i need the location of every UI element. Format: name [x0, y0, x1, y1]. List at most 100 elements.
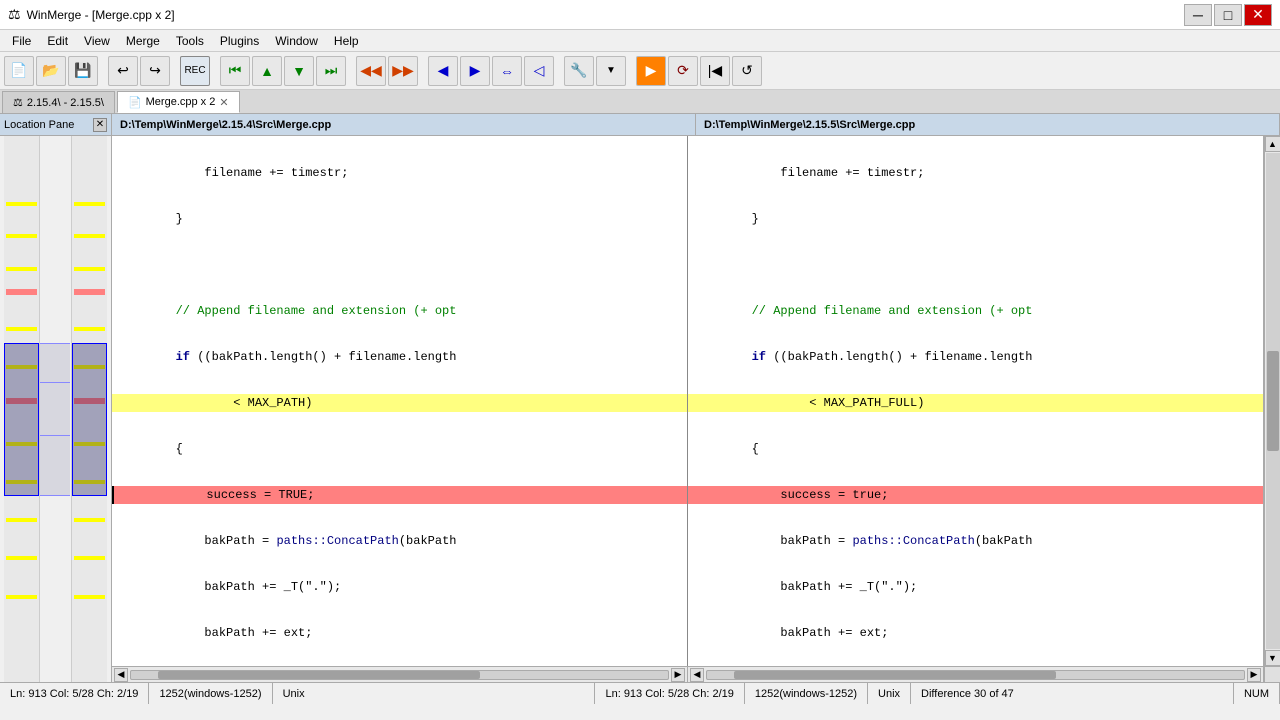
code-line: // Append filename and extension (+ opt: [688, 302, 1263, 320]
horizontal-scrollbars: ◀ ▶ ◀ ▶: [112, 666, 1280, 682]
tab-label-file: Merge.cpp x 2: [146, 96, 216, 108]
reload-button[interactable]: ↺: [732, 56, 762, 86]
maximize-button[interactable]: □: [1214, 4, 1242, 26]
file-header-right: D:\Temp\WinMerge\2.15.5\Src\Merge.cpp: [696, 114, 1280, 135]
left-position-text: Ln: 913 Col: 5/28 Ch: 2/19: [10, 688, 138, 700]
open-button[interactable]: 📂: [36, 56, 66, 86]
code-line: < MAX_PATH): [112, 394, 687, 412]
left-hscroll-left-arrow[interactable]: ◀: [114, 668, 128, 682]
code-line: bakPath += _T(".");: [688, 578, 1263, 596]
code-line: < MAX_PATH_FULL): [688, 394, 1263, 412]
refresh-button[interactable]: ▶: [636, 56, 666, 86]
code-area: filename += timestr; } // Append filenam…: [112, 136, 1280, 666]
minimize-button[interactable]: ─: [1184, 4, 1212, 26]
compare-button[interactable]: ⟳: [668, 56, 698, 86]
tab-close-button[interactable]: ✕: [219, 96, 228, 109]
code-line: }: [688, 210, 1263, 228]
merge-right-button[interactable]: ▶: [460, 56, 490, 86]
right-code-panel[interactable]: filename += timestr; } // Append filenam…: [688, 136, 1264, 666]
copy-right-button[interactable]: ▶▶: [388, 56, 418, 86]
tab-icon-folder: ⚖: [13, 96, 23, 109]
merge-left-button[interactable]: ◀: [428, 56, 458, 86]
scroll-up-arrow[interactable]: ▲: [1265, 136, 1280, 152]
right-eol-text: Unix: [878, 688, 900, 700]
right-code-content: filename += timestr; } // Append filenam…: [688, 136, 1263, 666]
tab-merge-cpp[interactable]: 📄 Merge.cpp x 2 ✕: [117, 91, 240, 113]
code-line: bakPath += ext;: [688, 624, 1263, 642]
location-pane-close-button[interactable]: ✕: [93, 118, 107, 132]
code-line: filename += timestr;: [688, 164, 1263, 182]
file-header-left: D:\Temp\WinMerge\2.15.4\Src\Merge.cpp: [112, 114, 696, 135]
status-bar: Ln: 913 Col: 5/28 Ch: 2/19 1252(windows-…: [0, 682, 1280, 704]
right-hscroll-left-arrow[interactable]: ◀: [690, 668, 704, 682]
diff-count-text: Difference 30 of 47: [921, 688, 1014, 700]
copy-left-button[interactable]: ◀◀: [356, 56, 386, 86]
right-encoding-text: 1252(windows-1252): [755, 688, 857, 700]
location-pane-label: Location Pane: [4, 119, 74, 131]
tab-icon-file: 📄: [128, 96, 142, 109]
right-hscroll-right-arrow[interactable]: ▶: [1247, 668, 1261, 682]
undo-button[interactable]: ↩: [108, 56, 138, 86]
status-right-encoding: 1252(windows-1252): [745, 683, 868, 704]
status-right-eol: Unix: [868, 683, 911, 704]
last-diff-button[interactable]: ⏭: [316, 56, 346, 86]
left-code-panel[interactable]: filename += timestr; } // Append filenam…: [112, 136, 688, 666]
status-left-position: Ln: 913 Col: 5/28 Ch: 2/19: [0, 683, 149, 704]
code-line: if ((bakPath.length() + filename.length: [688, 348, 1263, 366]
prev-diff-button[interactable]: ▲: [252, 56, 282, 86]
first-diff-button[interactable]: ⏮: [220, 56, 250, 86]
merge-prev-button[interactable]: ◁: [524, 56, 554, 86]
title-left: ⚖ WinMerge - [Merge.cpp x 2]: [8, 6, 175, 23]
file-path-left: D:\Temp\WinMerge\2.15.4\Src\Merge.cpp: [120, 119, 331, 131]
file-path-right: D:\Temp\WinMerge\2.15.5\Src\Merge.cpp: [704, 119, 915, 131]
left-hscroll-right-arrow[interactable]: ▶: [671, 668, 685, 682]
scroll-down-arrow[interactable]: ▼: [1265, 650, 1280, 666]
new-button[interactable]: 📄: [4, 56, 34, 86]
next-diff-button[interactable]: ▼: [284, 56, 314, 86]
tab-label-folder: 2.15.4\ - 2.15.5\: [27, 97, 104, 109]
code-line: bakPath += ext;: [112, 624, 687, 642]
options-button[interactable]: 🔧: [564, 56, 594, 86]
code-line: }: [112, 210, 687, 228]
menu-plugins[interactable]: Plugins: [212, 32, 267, 50]
status-left-eol: Unix: [273, 683, 596, 704]
vertical-scrollbar[interactable]: ▲ ▼: [1264, 136, 1280, 666]
menu-merge[interactable]: Merge: [118, 32, 168, 50]
toolbar: 📄 📂 💾 ↩ ↪ REC ⏮ ▲ ▼ ⏭ ◀◀ ▶▶ ◀ ▶ ⇔ ◁ 🔧 ▼ …: [0, 52, 1280, 90]
redo-button[interactable]: ↪: [140, 56, 170, 86]
location-pane: Location Pane ✕: [0, 114, 112, 682]
title-bar: ⚖ WinMerge - [Merge.cpp x 2] ─ □ ✕: [0, 0, 1280, 30]
location-canvas: [0, 136, 111, 682]
code-line: bakPath = paths::ConcatPath(bakPath: [112, 532, 687, 550]
menu-tools[interactable]: Tools: [168, 32, 212, 50]
code-line: bakPath = paths::ConcatPath(bakPath: [688, 532, 1263, 550]
menu-edit[interactable]: Edit: [39, 32, 76, 50]
location-pane-header: Location Pane ✕: [0, 114, 111, 136]
left-eol-text: Unix: [283, 688, 305, 700]
left-hscroll[interactable]: ◀ ▶: [112, 667, 688, 682]
menu-bar: File Edit View Merge Tools Plugins Windo…: [0, 30, 1280, 52]
code-line: {: [112, 440, 687, 458]
prev-file-button[interactable]: |◀: [700, 56, 730, 86]
close-button[interactable]: ✕: [1244, 4, 1272, 26]
num-text: NUM: [1244, 688, 1269, 700]
menu-window[interactable]: Window: [267, 32, 326, 50]
status-num: NUM: [1234, 683, 1280, 704]
title-controls: ─ □ ✕: [1184, 4, 1272, 26]
right-hscroll[interactable]: ◀ ▶: [688, 667, 1264, 682]
code-line: [112, 256, 687, 274]
code-line: {: [688, 440, 1263, 458]
menu-view[interactable]: View: [76, 32, 118, 50]
save-button[interactable]: 💾: [68, 56, 98, 86]
rec-button[interactable]: REC: [180, 56, 210, 86]
code-line: success = true;: [688, 486, 1263, 504]
menu-help[interactable]: Help: [326, 32, 367, 50]
code-line: if ((bakPath.length() + filename.length: [112, 348, 687, 366]
menu-file[interactable]: File: [4, 32, 39, 50]
merge-both-button[interactable]: ⇔: [492, 56, 522, 86]
code-line: filename += timestr;: [112, 164, 687, 182]
tab-folder-compare[interactable]: ⚖ 2.15.4\ - 2.15.5\: [2, 91, 115, 113]
options-dropdown[interactable]: ▼: [596, 56, 626, 86]
right-position-text: Ln: 913 Col: 5/28 Ch: 2/19: [605, 688, 733, 700]
diff-area: D:\Temp\WinMerge\2.15.4\Src\Merge.cpp D:…: [112, 114, 1280, 682]
